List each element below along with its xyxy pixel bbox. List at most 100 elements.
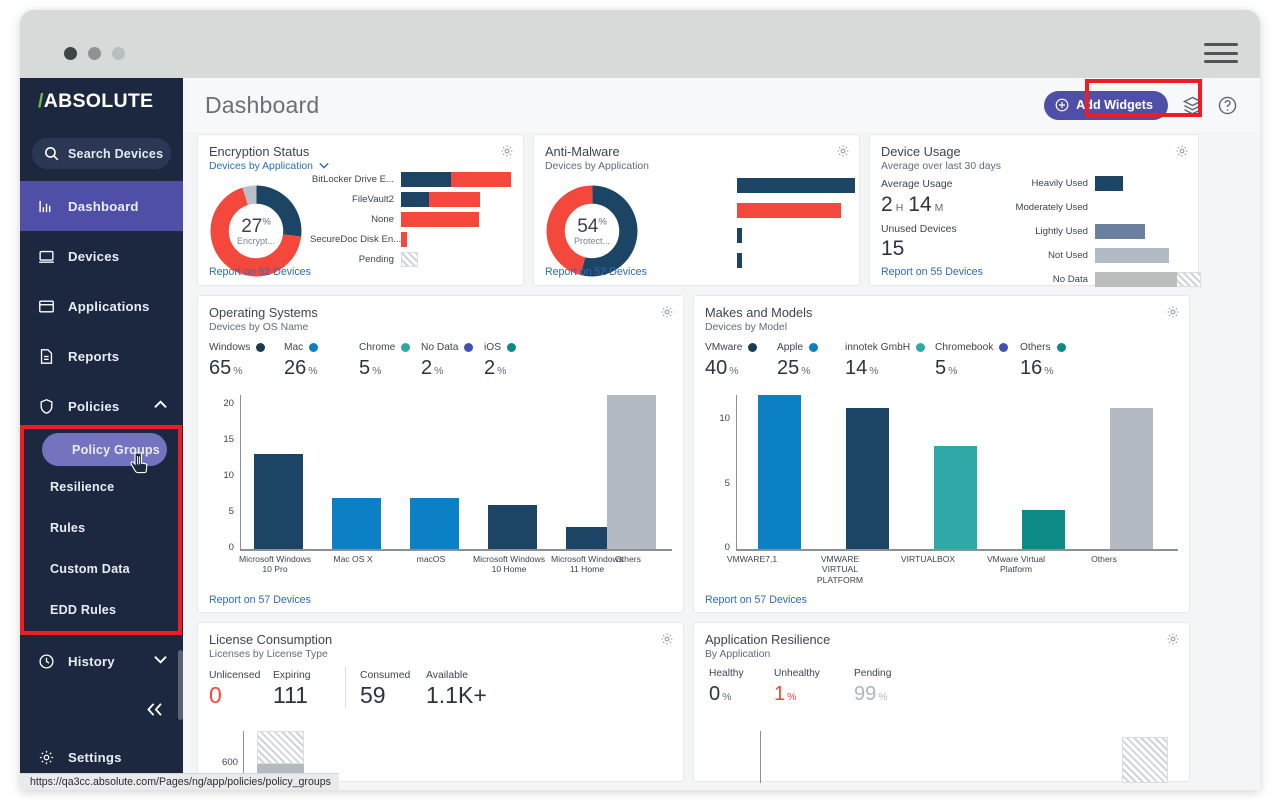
hbar-segment xyxy=(1095,247,1169,263)
metric-value: 111 xyxy=(273,681,308,708)
makes-report-link[interactable]: Report on 57 Devices xyxy=(705,594,807,606)
widget-settings-gear-icon[interactable] xyxy=(836,144,850,163)
shield-icon xyxy=(40,398,53,414)
os-report-link[interactable]: Report on 57 Devices xyxy=(209,594,311,606)
legend-label: Healthy xyxy=(709,668,744,679)
legend-value: 2 xyxy=(421,357,433,379)
x-label-1: VMWARE VIRTUAL PLATFORM xyxy=(816,554,864,585)
sidebar-item-reports-label: Reports xyxy=(68,348,120,364)
hbar-track xyxy=(401,251,418,267)
hbar-segment xyxy=(737,203,841,218)
brand-logo[interactable]: / ABSOLUTE xyxy=(20,78,183,124)
chevron-double-left-icon xyxy=(147,702,162,716)
hbar-track xyxy=(737,203,841,218)
hbar-track xyxy=(1095,175,1123,191)
avg-hours: 2 xyxy=(881,193,893,216)
bar-vmware-virtual-platform xyxy=(846,408,889,549)
widget-settings-gear-icon[interactable] xyxy=(660,305,674,324)
x-axis-line xyxy=(240,549,672,551)
y-tick-15: 15 xyxy=(223,434,234,445)
sidebar-item-dashboard[interactable]: Dashboard xyxy=(20,181,183,231)
sidebar-subitem-custom-data[interactable]: Custom Data xyxy=(20,548,183,589)
hbar-segment xyxy=(737,178,855,193)
widget-settings-gear-icon[interactable] xyxy=(660,632,674,651)
x-label-0: VMWARE7,1 xyxy=(726,554,778,564)
legend-unit: % xyxy=(787,691,797,703)
antimalware-report-link[interactable]: Report on 52 Devices xyxy=(545,266,647,278)
hbar-row: Not Used xyxy=(988,243,1201,267)
widget-settings-gear-icon[interactable] xyxy=(1166,305,1180,324)
widget-subtitle: By Application xyxy=(705,649,771,660)
sidebar-subitem-resilience[interactable]: Resilience xyxy=(20,466,183,507)
sidebar-item-reports[interactable]: Reports xyxy=(20,331,183,381)
encryption-bars: BitLocker Drive E... FileVault2 None Sec… xyxy=(310,169,511,269)
sidebar: / ABSOLUTE Search Devices Dashboard Devi… xyxy=(20,78,183,790)
browser-menu-icon[interactable] xyxy=(1204,40,1238,66)
widget-settings-gear-icon[interactable] xyxy=(1175,144,1189,163)
x-label-4: Others xyxy=(1091,554,1117,564)
hbar-row xyxy=(638,223,855,248)
browser-window: / ABSOLUTE Search Devices Dashboard Devi… xyxy=(20,10,1260,790)
sidebar-subitem-policy-groups[interactable]: Policy Groups xyxy=(42,433,167,466)
metric-value: 1.1K+ xyxy=(426,681,487,708)
widget-makes-and-models: Makes and Models Devices by Model VMware… xyxy=(693,295,1190,613)
add-widgets-button[interactable]: Add Widgets xyxy=(1044,90,1168,120)
minimize-window-dot[interactable] xyxy=(88,47,101,60)
encryption-percent-unit: % xyxy=(262,216,271,228)
metric-expiring: Expiring 111 xyxy=(273,670,331,708)
legend-unit: % xyxy=(801,365,811,377)
sidebar-item-history[interactable]: History xyxy=(20,636,183,686)
x-label-0: Microsoft Windows 10 Pro xyxy=(238,554,312,575)
application-shell: / ABSOLUTE Search Devices Dashboard Devi… xyxy=(20,78,1260,790)
layers-icon[interactable] xyxy=(1182,95,1203,116)
header-actions: Add Widgets xyxy=(1044,90,1246,120)
collapse-sidebar-button[interactable] xyxy=(20,686,183,732)
sidebar-item-applications[interactable]: Applications xyxy=(20,281,183,331)
sidebar-item-applications-label: Applications xyxy=(68,298,150,314)
legend-unit: % xyxy=(497,365,507,377)
legend-unit: % xyxy=(948,365,958,377)
legend-unit: % xyxy=(878,691,888,703)
antimalware-center-label: Protect... xyxy=(573,236,610,246)
widget-title: Encryption Status xyxy=(209,144,310,159)
sidebar-item-devices[interactable]: Devices xyxy=(20,231,183,281)
laptop-icon xyxy=(39,250,54,263)
encryption-dropdown-label: Devices by Application xyxy=(209,161,313,172)
help-circle-icon[interactable] xyxy=(1217,95,1238,116)
os-plot-area xyxy=(240,395,672,549)
widget-application-resilience: Application Resilience By Application He… xyxy=(693,622,1190,783)
legend-item-healthy: Healthy 0% xyxy=(709,668,774,706)
sidebar-subitem-rules[interactable]: Rules xyxy=(20,507,183,548)
legend-color-dot xyxy=(401,343,411,352)
sidebar-subitem-edd-rules[interactable]: EDD Rules xyxy=(20,589,183,630)
metric-available: Available 1.1K+ xyxy=(426,670,506,708)
legend-item: Apple 25% xyxy=(777,342,845,380)
avg-minutes: 14 xyxy=(908,193,932,216)
plus-circle-icon xyxy=(1055,98,1069,112)
encryption-report-link[interactable]: Report on 52 Devices xyxy=(209,266,311,278)
bar-virtualbox xyxy=(934,446,977,549)
sidebar-item-policies[interactable]: Policies xyxy=(20,381,183,431)
sidebar-subitem-edd-rules-label: EDD Rules xyxy=(50,602,117,617)
browser-titlebar xyxy=(20,10,1260,78)
device-usage-bars: Heavily Used Moderately Used Lightly Use… xyxy=(988,171,1201,291)
widget-title: Anti-Malware xyxy=(545,144,620,159)
widget-title: License Consumption xyxy=(209,632,333,647)
legend-item: Mac 26% xyxy=(284,342,359,380)
y-tick-0: 0 xyxy=(724,542,730,553)
maximize-window-dot[interactable] xyxy=(112,47,125,60)
legend-item: Others 16% xyxy=(1020,342,1080,380)
search-devices-button[interactable]: Search Devices xyxy=(32,138,171,169)
avg-minutes-unit: M xyxy=(934,202,944,214)
device-usage-report-link[interactable]: Report on 55 Devices xyxy=(881,266,983,278)
hbar-track xyxy=(401,231,407,247)
close-window-dot[interactable] xyxy=(64,47,77,60)
makes-bar-chart: 0 5 10 VMWARE7,1 VMWARE VIRTUAL PLATFORM… xyxy=(708,393,1178,588)
sidebar-item-settings-label: Settings xyxy=(68,749,122,765)
widget-settings-gear-icon[interactable] xyxy=(500,144,514,163)
legend-color-dot xyxy=(309,343,319,352)
window-controls[interactable] xyxy=(64,47,125,60)
widget-settings-gear-icon[interactable] xyxy=(1166,632,1180,651)
widget-subtitle: Devices by Model xyxy=(705,322,788,333)
legend-value: 40 xyxy=(705,357,728,379)
